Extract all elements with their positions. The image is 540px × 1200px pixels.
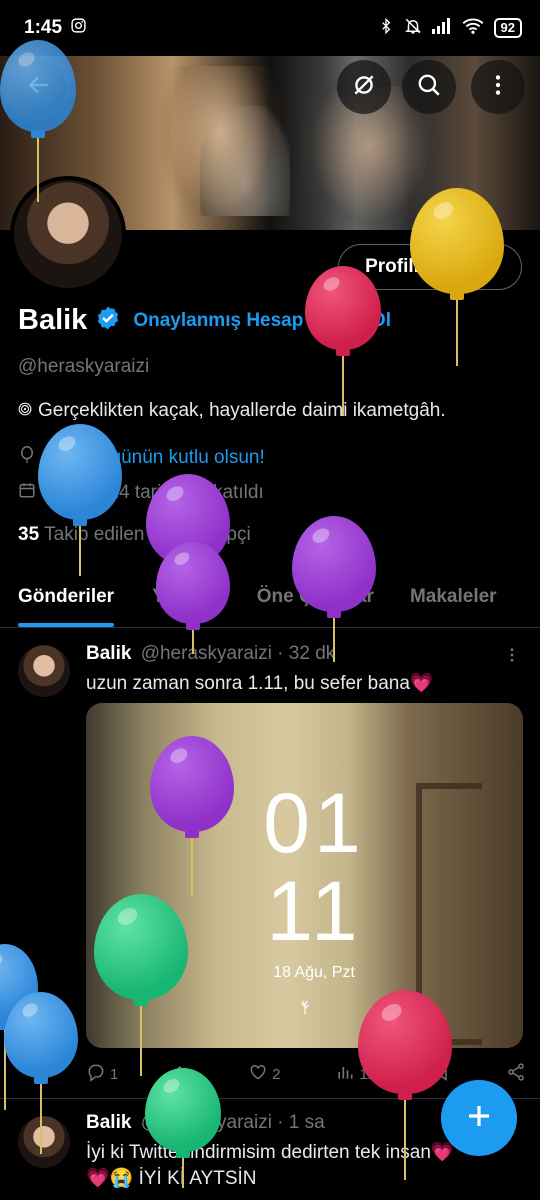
profile-bio: Gerçeklikten kaçak, hayallerde daimi ika… — [18, 400, 446, 422]
lock-screen-minute: 11 — [266, 864, 362, 958]
profile-handle: @heraskyaraizi — [18, 356, 150, 377]
instagram-icon — [70, 17, 87, 40]
lock-screen-date: 18 Ağu, Pzt — [273, 964, 355, 981]
wifi-icon — [462, 18, 484, 38]
following-count: 35 — [18, 524, 40, 545]
post-time: · 1 sa — [277, 1112, 325, 1133]
balloon-red — [305, 266, 381, 416]
balloon-red — [358, 990, 452, 1180]
bluetooth-icon — [378, 17, 394, 39]
search-button[interactable] — [402, 60, 456, 114]
balloon-green — [145, 1068, 221, 1188]
post-author-name[interactable]: Balik — [86, 643, 131, 664]
calendar-icon — [18, 481, 36, 505]
tab-posts[interactable]: Gönderiler — [0, 572, 132, 627]
balloon-blue — [0, 40, 76, 202]
more-vertical-icon — [485, 72, 511, 103]
bell-muted-icon — [404, 17, 422, 39]
post-avatar[interactable] — [18, 645, 70, 697]
more-options-button[interactable] — [471, 60, 525, 114]
views-chart-icon — [335, 1062, 355, 1086]
balloon-yellow — [410, 188, 504, 366]
status-bar: 1:45 92 — [0, 0, 540, 56]
plus-icon — [464, 1101, 494, 1136]
balloon-purple — [292, 516, 376, 662]
profile-tabs: Gönderiler Yanıtlar Öne Çıkanlar Makalel… — [0, 572, 540, 628]
like-button[interactable]: 2 — [248, 1062, 281, 1086]
share-icon — [506, 1062, 526, 1086]
tree-icon — [296, 998, 314, 1021]
cellular-signal-icon — [431, 18, 452, 38]
balloon-purple — [150, 736, 234, 896]
status-time: 1:45 — [24, 17, 63, 38]
tab-articles[interactable]: Makaleler — [392, 572, 515, 627]
compose-button[interactable] — [441, 1080, 517, 1156]
search-icon — [416, 72, 442, 103]
share-button[interactable] — [506, 1062, 526, 1086]
bio-text: Gerçeklikten kaçak, hayallerde daimi ika… — [38, 400, 446, 421]
verified-badge-icon — [95, 305, 121, 336]
profile-name: Balik — [18, 304, 88, 336]
heart-icon — [248, 1062, 268, 1086]
no-signal-icon — [351, 72, 377, 103]
spiral-icon — [18, 400, 32, 422]
like-count: 2 — [272, 1065, 281, 1083]
balloon-purple — [156, 542, 230, 654]
battery-indicator: 92 — [493, 18, 522, 38]
balloon-icon — [18, 445, 36, 471]
post-text: uzun zaman sonra 1.11, bu sefer bana💗 — [86, 673, 434, 694]
balloon-blue — [38, 424, 122, 576]
post-more-icon[interactable] — [503, 646, 521, 669]
lock-screen-hour: 01 — [263, 776, 365, 870]
post-author-name[interactable]: Balik — [86, 1112, 131, 1133]
balloon-green — [94, 894, 188, 1076]
no-signal-button[interactable] — [337, 60, 391, 114]
balloon-blue — [4, 992, 78, 1154]
